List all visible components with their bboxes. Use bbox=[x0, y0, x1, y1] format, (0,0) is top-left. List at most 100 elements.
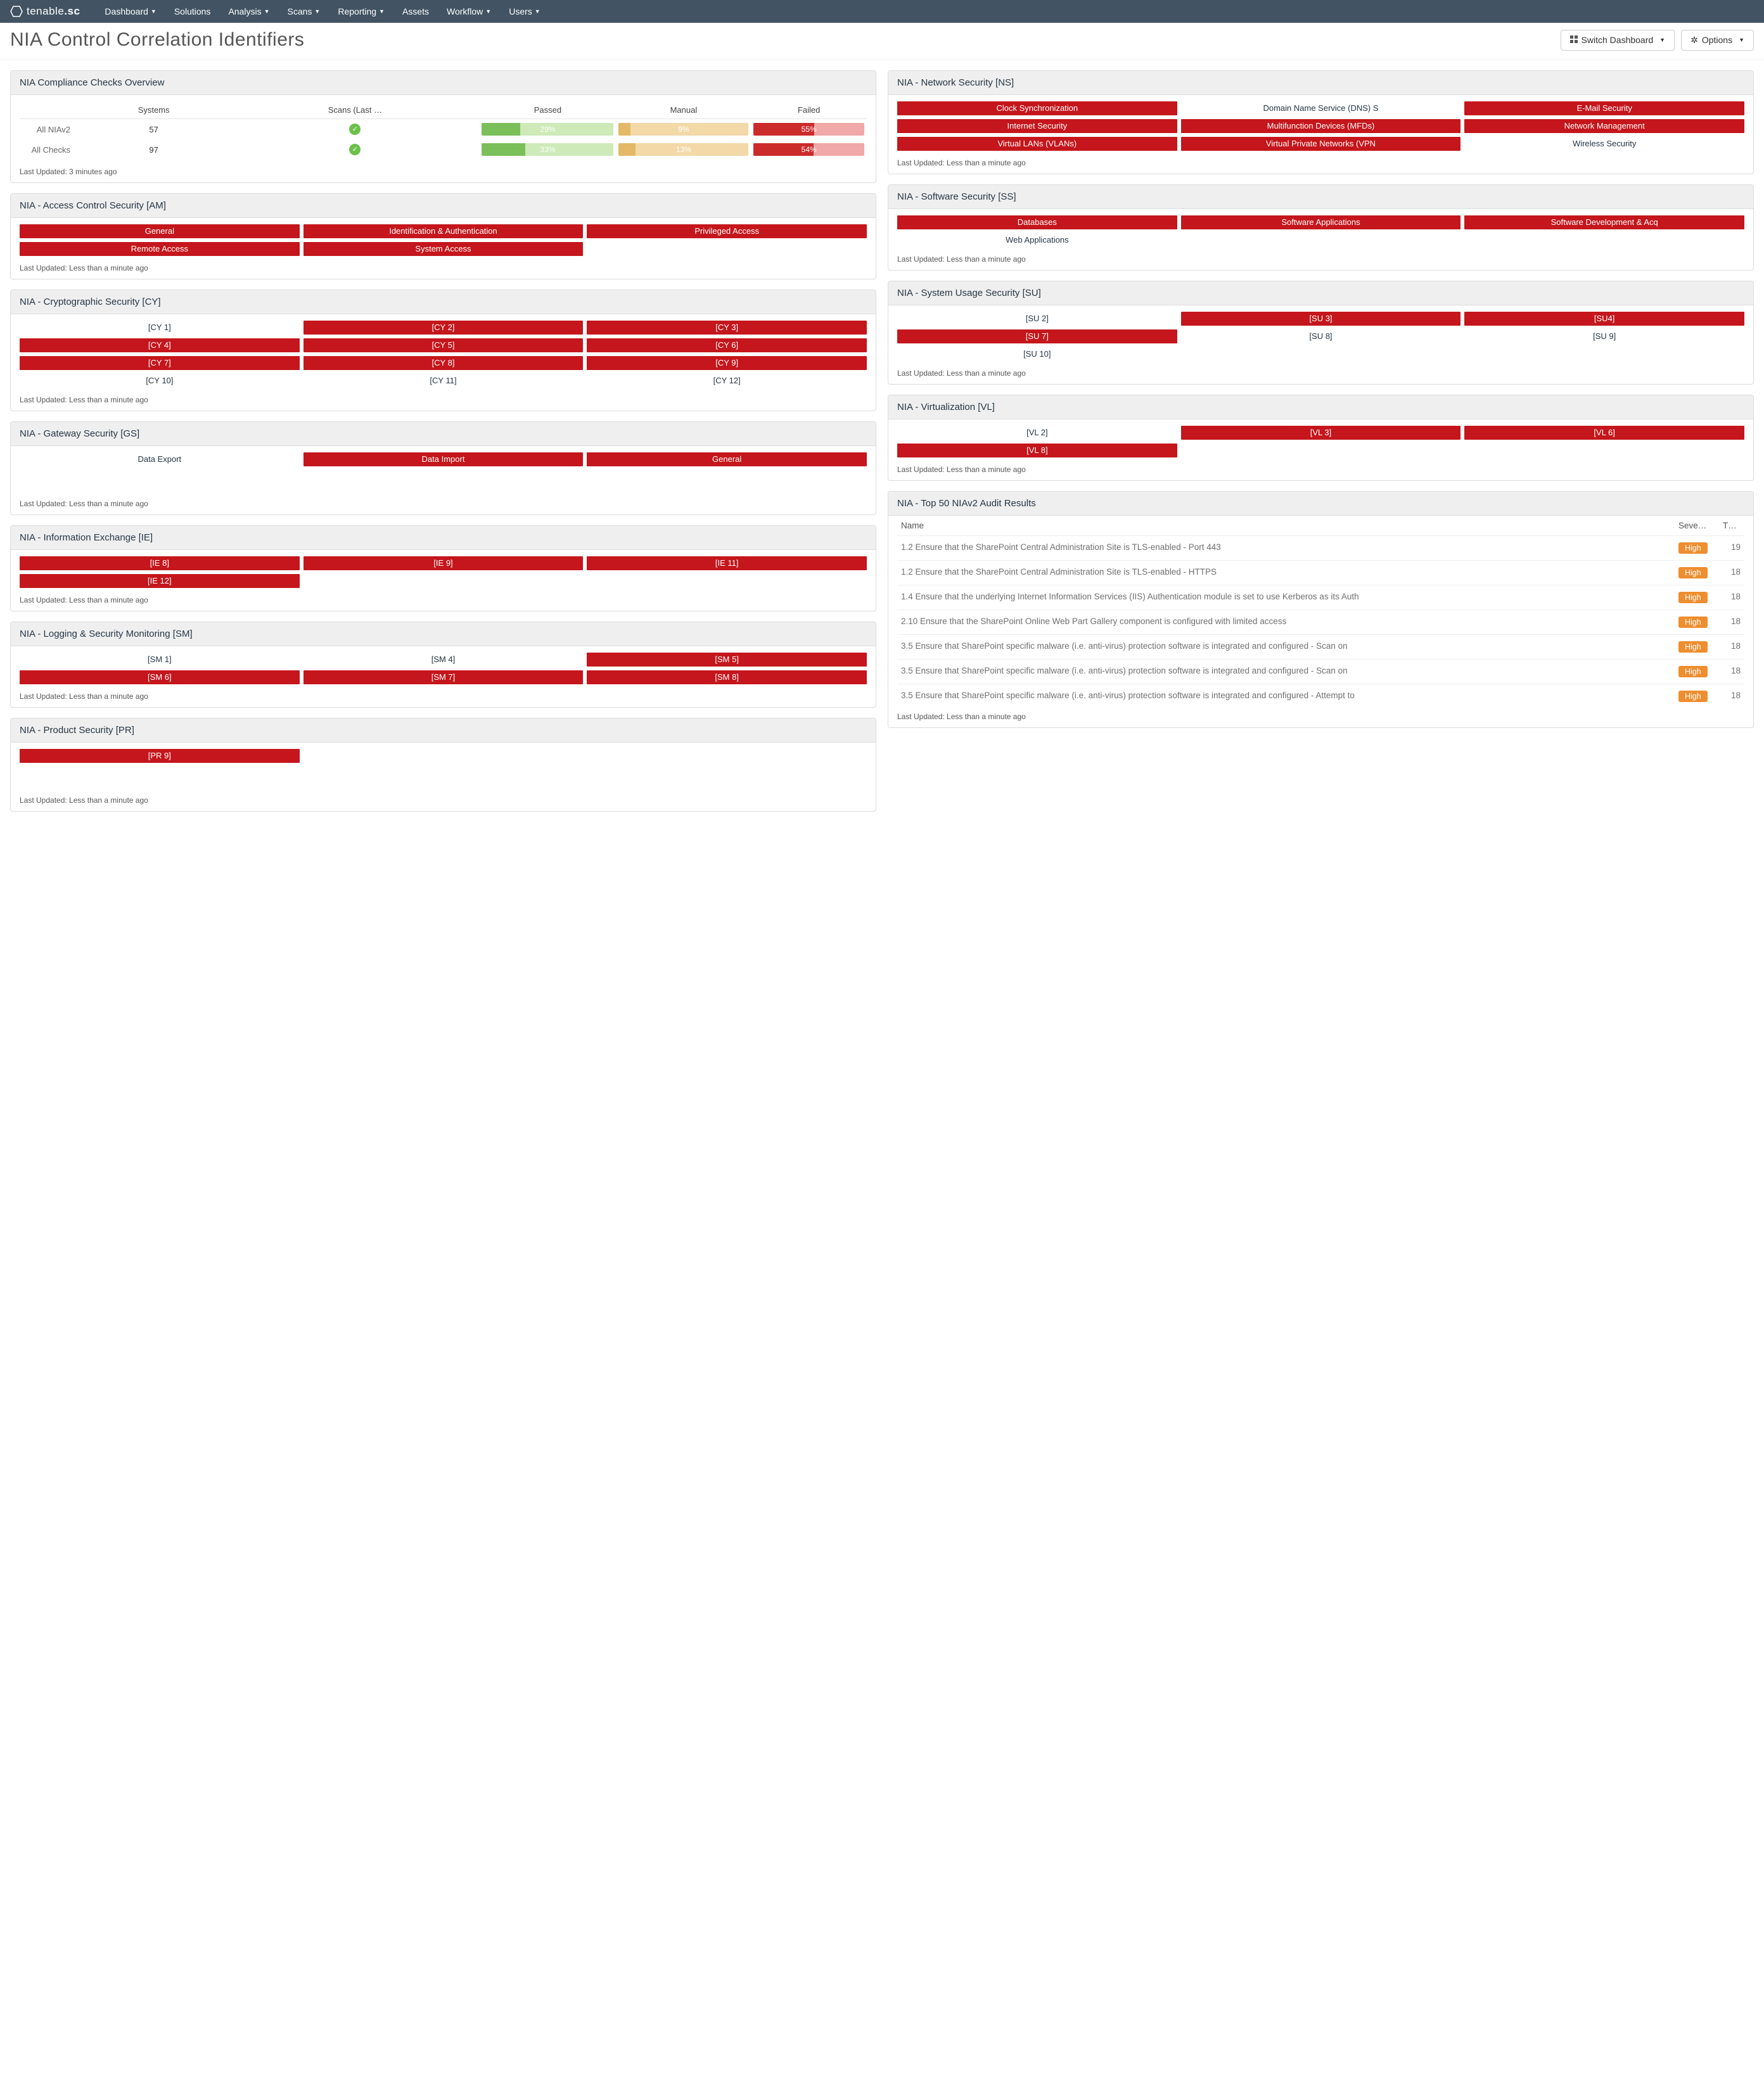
pill[interactable]: Domain Name Service (DNS) S bbox=[1181, 101, 1461, 115]
panel: NIA - Network Security [NS]Clock Synchro… bbox=[888, 70, 1754, 174]
nav-users[interactable]: Users ▼ bbox=[500, 0, 549, 23]
pill[interactable]: [CY 1] bbox=[20, 321, 300, 335]
pill[interactable]: [IE 11] bbox=[587, 556, 867, 570]
audit-row[interactable]: 1.4 Ensure that the underlying Internet … bbox=[897, 585, 1744, 610]
pill[interactable]: [CY 2] bbox=[304, 321, 584, 335]
pill[interactable]: [SM 8] bbox=[587, 670, 867, 684]
pill[interactable]: [SU 3] bbox=[1181, 312, 1461, 326]
pill[interactable]: [CY 11] bbox=[304, 374, 584, 388]
col-header: Failed bbox=[751, 101, 867, 119]
audit-row[interactable]: 3.5 Ensure that SharePoint specific malw… bbox=[897, 684, 1744, 709]
pill-grid: [VL 2] [VL 3][VL 6] [VL 8] bbox=[897, 426, 1744, 457]
pill[interactable]: Wireless Security bbox=[1464, 137, 1744, 151]
pill[interactable]: [SU 7] bbox=[897, 329, 1177, 343]
pill[interactable]: Network Management bbox=[1464, 119, 1744, 133]
nav-assets[interactable]: Assets bbox=[393, 0, 438, 23]
grid-icon bbox=[1570, 35, 1578, 45]
pill[interactable]: [CY 3] bbox=[587, 321, 867, 335]
audit-name: 3.5 Ensure that SharePoint specific malw… bbox=[897, 660, 1675, 684]
panel-title: NIA - Virtualization [VL] bbox=[888, 395, 1753, 419]
audit-row[interactable]: 2.10 Ensure that the SharePoint Online W… bbox=[897, 610, 1744, 635]
pill[interactable]: Multifunction Devices (MFDs) bbox=[1181, 119, 1461, 133]
pill[interactable]: [IE 8] bbox=[20, 556, 300, 570]
pill-grid: General Identification & AuthenticationPr… bbox=[20, 224, 867, 256]
pill[interactable]: [SU 10] bbox=[897, 347, 1177, 361]
nav-reporting[interactable]: Reporting ▼ bbox=[329, 0, 393, 23]
audit-row[interactable]: 3.5 Ensure that SharePoint specific malw… bbox=[897, 660, 1744, 684]
audit-row[interactable]: 1.2 Ensure that the SharePoint Central A… bbox=[897, 561, 1744, 585]
pill[interactable]: [SM 4] bbox=[304, 653, 584, 667]
pill[interactable]: [IE 12] bbox=[20, 574, 300, 588]
pill[interactable]: Software Applications bbox=[1181, 215, 1461, 229]
nav-analysis[interactable]: Analysis ▼ bbox=[219, 0, 278, 23]
pill[interactable]: Remote Access bbox=[20, 242, 300, 256]
audit-row[interactable]: 3.5 Ensure that SharePoint specific malw… bbox=[897, 635, 1744, 660]
nav-dashboard[interactable]: Dashboard ▼ bbox=[96, 0, 165, 23]
audit-name: 1.4 Ensure that the underlying Internet … bbox=[897, 585, 1675, 610]
panel-title: NIA - Access Control Security [AM] bbox=[11, 194, 876, 218]
pill[interactable]: [SU 9] bbox=[1464, 329, 1744, 343]
nav-workflow[interactable]: Workflow ▼ bbox=[438, 0, 500, 23]
pill[interactable]: [SU 2] bbox=[897, 312, 1177, 326]
pill[interactable]: [VL 6] bbox=[1464, 426, 1744, 440]
pill[interactable]: [VL 8] bbox=[897, 444, 1177, 457]
nav-scans[interactable]: Scans ▼ bbox=[279, 0, 329, 23]
pill[interactable]: [CY 12] bbox=[587, 374, 867, 388]
col-name[interactable]: Name bbox=[897, 516, 1675, 536]
col-tot[interactable]: T… bbox=[1719, 516, 1744, 536]
switch-dashboard-button[interactable]: Switch Dashboard ▼ bbox=[1561, 30, 1675, 51]
pill[interactable]: Internet Security bbox=[897, 119, 1177, 133]
pill[interactable]: System Access bbox=[304, 242, 584, 256]
audit-row[interactable]: 1.2 Ensure that the SharePoint Central A… bbox=[897, 536, 1744, 561]
pill[interactable]: Data Export bbox=[20, 452, 300, 466]
pill[interactable]: [SM 5] bbox=[587, 653, 867, 667]
table-row[interactable]: All NIAv257✓29%9%55% bbox=[20, 119, 867, 140]
pill[interactable]: [SM 6] bbox=[20, 670, 300, 684]
pill[interactable]: Virtual LANs (VLANs) bbox=[897, 137, 1177, 151]
gear-icon: ✲ bbox=[1690, 35, 1698, 46]
severity-badge: High bbox=[1678, 666, 1708, 677]
pill[interactable]: Virtual Private Networks (VPN bbox=[1181, 137, 1461, 151]
pill[interactable]: [CY 10] bbox=[20, 374, 300, 388]
pill[interactable]: [CY 9] bbox=[587, 356, 867, 370]
pill[interactable]: [CY 5] bbox=[304, 338, 584, 352]
pill[interactable]: [CY 6] bbox=[587, 338, 867, 352]
pill[interactable]: Clock Synchronization bbox=[897, 101, 1177, 115]
pill[interactable]: Privileged Access bbox=[587, 224, 867, 238]
pill[interactable]: [VL 3] bbox=[1181, 426, 1461, 440]
pill[interactable]: [CY 7] bbox=[20, 356, 300, 370]
audit-scroll[interactable]: NameSeve…T…1.2 Ensure that the SharePoin… bbox=[888, 516, 1753, 708]
manual-bar: 13% bbox=[618, 143, 748, 156]
panel-title: NIA - Product Security [PR] bbox=[11, 718, 876, 743]
options-button[interactable]: ✲ Options ▼ bbox=[1681, 30, 1754, 51]
panel-title: NIA Compliance Checks Overview bbox=[11, 71, 876, 95]
pill[interactable]: [VL 2] bbox=[897, 426, 1177, 440]
caret-down-icon: ▼ bbox=[151, 8, 157, 15]
pill[interactable]: General bbox=[587, 452, 867, 466]
caret-down-icon: ▼ bbox=[485, 8, 491, 15]
pill[interactable]: [SM 7] bbox=[304, 670, 584, 684]
pill[interactable]: Data Import bbox=[304, 452, 584, 466]
panel-updated: Last Updated: 3 minutes ago bbox=[11, 163, 876, 182]
caret-down-icon: ▼ bbox=[1739, 37, 1744, 43]
pill[interactable]: [CY 8] bbox=[304, 356, 584, 370]
pill[interactable]: General bbox=[20, 224, 300, 238]
column-right: NIA - Network Security [NS]Clock Synchro… bbox=[888, 70, 1754, 728]
pill[interactable]: Identification & Authentication bbox=[304, 224, 584, 238]
row-label: All NIAv2 bbox=[20, 119, 77, 140]
col-sev[interactable]: Seve… bbox=[1675, 516, 1719, 536]
pill[interactable]: E-Mail Security bbox=[1464, 101, 1744, 115]
pill[interactable]: Databases bbox=[897, 215, 1177, 229]
pill[interactable]: [SM 1] bbox=[20, 653, 300, 667]
panel-updated: Last Updated: Less than a minute ago bbox=[888, 708, 1753, 727]
pill[interactable]: [CY 4] bbox=[20, 338, 300, 352]
pill[interactable]: [SU 8] bbox=[1181, 329, 1461, 343]
pill[interactable]: Software Development & Acq bbox=[1464, 215, 1744, 229]
table-row[interactable]: All Checks97✓33%13%54% bbox=[20, 139, 867, 160]
pill[interactable]: [SU4] bbox=[1464, 312, 1744, 326]
brand-logo[interactable]: tenable.sc bbox=[10, 5, 80, 18]
pill[interactable]: [IE 9] bbox=[304, 556, 584, 570]
nav-solutions[interactable]: Solutions bbox=[165, 0, 220, 23]
pill[interactable]: [PR 9] bbox=[20, 749, 300, 763]
pill[interactable]: Web Applications bbox=[897, 233, 1177, 247]
